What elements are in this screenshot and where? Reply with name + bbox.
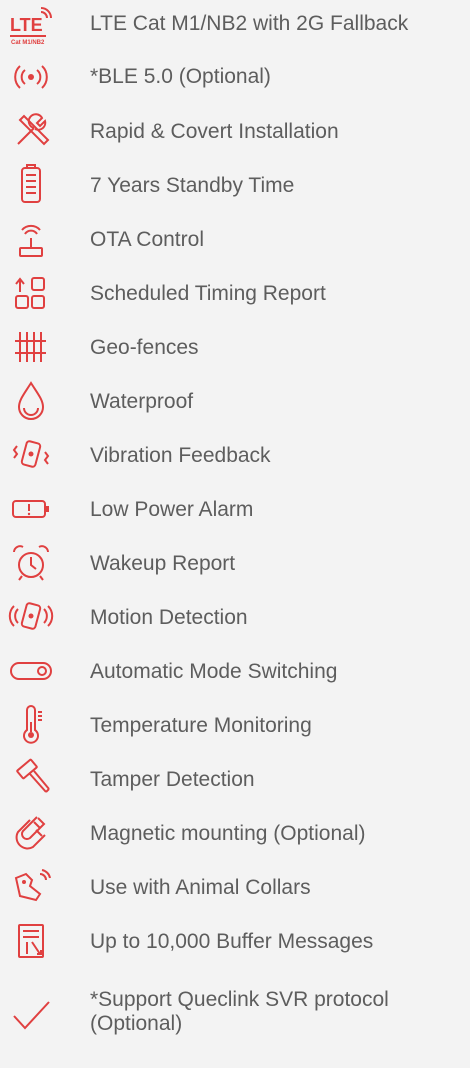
feature-label: *Support Queclink SVR protocol (Optional… <box>90 988 389 1035</box>
buffer-messages-icon <box>8 918 54 964</box>
vibration-icon <box>8 432 54 478</box>
feature-label: Wakeup Report <box>90 552 236 575</box>
tools-icon <box>8 108 54 154</box>
water-drop-icon <box>8 378 54 424</box>
feature-label: Magnetic mounting (Optional) <box>90 822 366 845</box>
hammer-icon <box>8 756 54 802</box>
bluetooth-signal-icon <box>8 54 54 100</box>
feature-label: Low Power Alarm <box>90 498 254 521</box>
feature-label: Tamper Detection <box>90 768 255 791</box>
feature-label: Motion Detection <box>90 606 248 629</box>
feature-label: 7 Years Standby Time <box>90 174 295 197</box>
lte-icon-subtext: Cat M1/NB2 <box>11 40 45 46</box>
magnet-icon <box>8 810 54 856</box>
feature-label: Waterproof <box>90 390 194 413</box>
feature-label: LTE Cat M1/NB2 with 2G Fallback <box>90 12 409 35</box>
feature-label: Scheduled Timing Report <box>90 282 326 305</box>
feature-label: OTA Control <box>90 228 204 251</box>
feature-label: *BLE 5.0 (Optional) <box>90 65 271 88</box>
thermometer-icon <box>8 702 54 748</box>
battery-icon <box>8 162 54 208</box>
geofence-icon <box>8 324 54 370</box>
motion-icon <box>8 594 54 640</box>
lte-icon: LTE Cat M1/NB2 <box>8 2 54 48</box>
feature-list: LTE Cat M1/NB2 LTE Cat M1/NB2 with 2G Fa… <box>0 0 470 1068</box>
feature-label: Vibration Feedback <box>90 444 271 467</box>
lte-icon-text: LTE <box>10 15 43 35</box>
feature-label: Use with Animal Collars <box>90 876 311 899</box>
feature-label: Temperature Monitoring <box>90 714 312 737</box>
alarm-clock-icon <box>8 540 54 586</box>
low-battery-icon <box>8 486 54 532</box>
toggle-switch-icon <box>8 648 54 694</box>
feature-label: Geo-fences <box>90 336 199 359</box>
ota-antenna-icon <box>8 216 54 262</box>
animal-collar-icon <box>8 864 54 910</box>
checkmark-icon <box>8 992 54 1038</box>
feature-label: Automatic Mode Switching <box>90 660 338 683</box>
feature-label: Up to 10,000 Buffer Messages <box>90 930 374 953</box>
scheduled-report-icon <box>8 270 54 316</box>
feature-label: Rapid & Covert Installation <box>90 120 339 143</box>
